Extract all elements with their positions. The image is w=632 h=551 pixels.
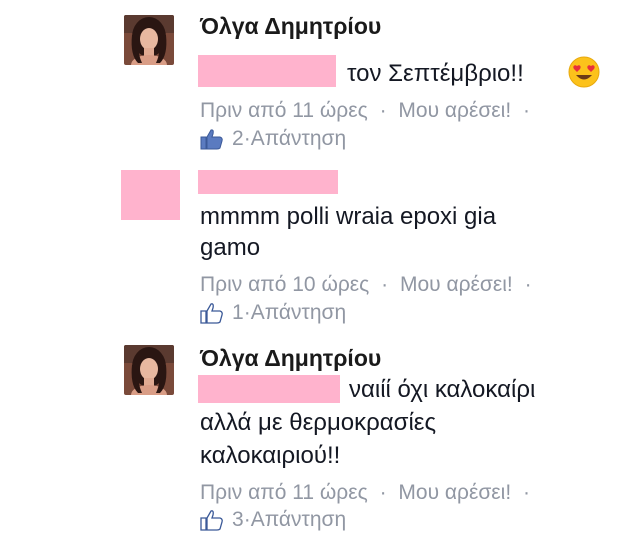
thumbs-up-icon[interactable]	[200, 302, 224, 324]
comment-text-line2: αλλά με θερμοκρασίες	[200, 409, 437, 436]
comment-text: τον Σεπτέμβριο!!	[347, 60, 524, 87]
comment-text-line3: καλοκαιριού!!	[200, 442, 341, 469]
comment-actions: 1 · Απάντηση	[200, 301, 346, 325]
like-count[interactable]: 2	[232, 127, 244, 151]
comment-meta: Πριν από 11 ώρες · Μου αρέσει! ·	[200, 481, 536, 505]
redacted-text	[198, 375, 340, 403]
avatar-redacted[interactable]	[121, 170, 180, 220]
avatar[interactable]	[124, 345, 174, 395]
comment-text-line1: mmmm polli wraia epoxi gia	[200, 203, 497, 230]
heart-eyes-emoji-icon	[568, 56, 600, 93]
timestamp[interactable]: Πριν από 11 ώρες	[200, 99, 368, 122]
separator: ·	[379, 99, 387, 122]
comment-author[interactable]: Όλγα Δημητρίου	[200, 345, 381, 372]
like-count[interactable]: 3	[232, 508, 244, 532]
comment-actions: 2 · Απάντηση	[200, 127, 346, 151]
thumbs-up-icon[interactable]	[200, 509, 224, 531]
redacted-text	[198, 55, 336, 87]
comment-meta: Πριν από 10 ώρες · Μου αρέσει! ·	[200, 273, 538, 297]
reply-link[interactable]: Απάντηση	[251, 301, 346, 325]
comment-text-line1: ναιίί όχι καλοκαίρι	[349, 376, 536, 403]
avatar[interactable]	[124, 15, 174, 65]
like-count[interactable]: 1	[232, 301, 244, 325]
comment-actions: 3 · Απάντηση	[200, 508, 346, 532]
separator: ·	[523, 99, 531, 122]
timestamp[interactable]: Πριν από 11 ώρες	[200, 481, 368, 504]
separator: ·	[243, 127, 251, 150]
like-link[interactable]: Μου αρέσει!	[400, 273, 513, 296]
timestamp[interactable]: Πριν από 10 ώρες	[200, 273, 369, 296]
like-link[interactable]: Μου αρέσει!	[398, 481, 511, 504]
redacted-author	[198, 170, 338, 194]
thumbs-up-icon[interactable]	[200, 128, 224, 150]
separator: ·	[523, 481, 531, 504]
separator: ·	[243, 301, 251, 324]
reply-link[interactable]: Απάντηση	[251, 127, 346, 151]
separator: ·	[379, 481, 387, 504]
comment-author[interactable]: Όλγα Δημητρίου	[200, 13, 381, 40]
like-link[interactable]: Μου αρέσει!	[398, 99, 511, 122]
comment-text-line2: gamo	[200, 234, 261, 261]
separator: ·	[381, 273, 389, 296]
separator: ·	[243, 508, 251, 531]
reply-link[interactable]: Απάντηση	[251, 508, 346, 532]
comment-meta: Πριν από 11 ώρες · Μου αρέσει! ·	[200, 99, 536, 123]
separator: ·	[524, 273, 532, 296]
